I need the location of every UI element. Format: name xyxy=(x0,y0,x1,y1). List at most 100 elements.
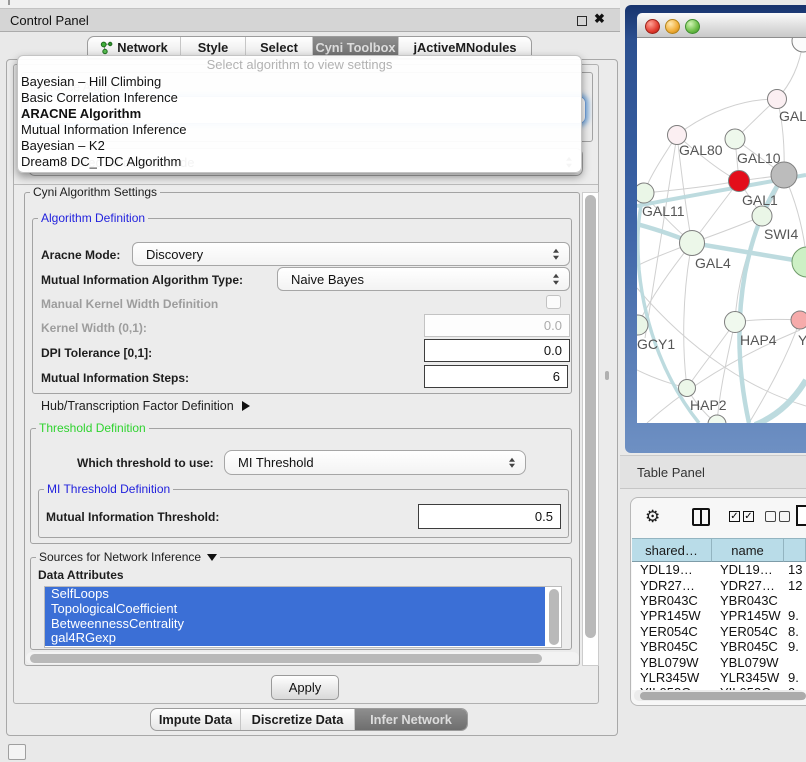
table-row[interactable]: YER054CYER054C8. xyxy=(632,624,806,639)
table-hscrollbar[interactable] xyxy=(634,690,804,701)
tab-infer-network[interactable]: Infer Network xyxy=(355,709,467,730)
split-panel-icon[interactable] xyxy=(692,508,710,526)
node-label: GAL10 xyxy=(737,150,781,166)
gear-icon[interactable]: ⚙ xyxy=(645,507,660,527)
checked-checkboxes-icon[interactable]: ✓ ✓ xyxy=(729,511,754,522)
which-threshold-select[interactable]: MI Threshold xyxy=(224,450,526,475)
settings-hscrollbar[interactable] xyxy=(26,652,579,664)
node-salmon xyxy=(791,311,806,329)
table-row[interactable]: YBL079WYBL079W xyxy=(632,654,806,669)
node xyxy=(792,38,806,52)
collapse-arrow-icon[interactable] xyxy=(207,554,217,561)
apply-button-label: Apply xyxy=(289,680,322,695)
table-row[interactable]: YBR045CYBR045C9. xyxy=(632,639,806,654)
splitpane-handle[interactable] xyxy=(605,371,609,380)
aracne-mode-select[interactable]: Discovery xyxy=(132,242,570,266)
document-icon[interactable] xyxy=(796,505,806,526)
tab-select-label: Select xyxy=(260,40,298,55)
mi-threshold-title: MI Threshold Definition xyxy=(44,482,173,496)
node-table: shared… name YDL19…YDL19…13 YDR27…YDR27…… xyxy=(632,538,806,690)
table-panel-title: Table Panel xyxy=(637,465,705,480)
close-traffic-icon[interactable] xyxy=(645,19,660,34)
table-row[interactable]: YDR27…YDR27…12 xyxy=(632,577,806,592)
dpi-tolerance-field[interactable]: 0.0 xyxy=(424,339,570,362)
sources-title: Sources for Network Inference xyxy=(36,550,220,564)
column-header-shared[interactable]: shared… xyxy=(632,538,712,562)
dropdown-placeholder: Select algorithm to view settings xyxy=(18,56,581,74)
float-icon[interactable] xyxy=(577,16,587,26)
minimize-traffic-icon[interactable] xyxy=(665,19,680,34)
attributes-list[interactable]: SelfLoops TopologicalCoefficient Between… xyxy=(44,586,562,648)
node-gal-cut xyxy=(768,90,787,109)
settings-vscrollbar[interactable] xyxy=(582,192,599,666)
manual-kernel-checkbox[interactable] xyxy=(546,295,561,309)
table-row[interactable]: YPR145WYPR145W9. xyxy=(632,608,806,623)
node-label: GAL80 xyxy=(679,142,723,158)
aracne-mode-value: Discovery xyxy=(146,247,203,262)
node-gal10 xyxy=(725,129,745,149)
list-vscrollbar-thumb[interactable] xyxy=(549,589,559,645)
tab-impute-data-label: Impute Data xyxy=(159,712,232,727)
unchecked-checkboxes-icon[interactable] xyxy=(765,511,790,522)
tab-cyni-toolbox-label: Cyni Toolbox xyxy=(315,40,395,55)
node-label: GAL xyxy=(779,108,806,124)
mi-type-select[interactable]: Naive Bayes xyxy=(277,267,570,291)
settings-hscrollbar-thumb[interactable] xyxy=(30,654,542,663)
table-rows: YDL19…YDL19…13 YDR27…YDR27…12 YBR043CYBR… xyxy=(632,562,806,690)
node-label: GAL1 xyxy=(742,192,778,208)
table-hscrollbar-thumb[interactable] xyxy=(640,692,806,700)
node-hap4 xyxy=(725,312,746,333)
top-tick xyxy=(8,0,10,5)
list-item-selected[interactable]: gal4RGexp xyxy=(45,631,545,646)
column-header-name[interactable]: name xyxy=(712,538,784,562)
close-icon[interactable]: ✖ xyxy=(594,11,605,27)
dropdown-item[interactable]: Bayesian – Hill Climbing xyxy=(18,74,581,90)
data-attributes-label: Data Attributes xyxy=(38,568,124,582)
network-canvas[interactable]: GAL GAL80 GAL10 GAL1 GAL11 SWI4 GAL4 HAP… xyxy=(637,38,806,423)
hub-definition-row[interactable]: Hub/Transcription Factor Definition xyxy=(41,399,250,413)
node-label: Y xyxy=(798,332,806,348)
tab-network-label: Network xyxy=(117,40,168,55)
algorithm-definition-title: Algorithm Definition xyxy=(38,211,148,225)
mi-steps-field[interactable]: 6 xyxy=(424,365,568,388)
table-row[interactable]: YDL19…YDL19…13 xyxy=(632,562,806,577)
bottom-tabs: Impute Data Discretize Data Infer Networ… xyxy=(150,708,468,731)
tab-style-label: Style xyxy=(198,40,229,55)
network-window-titlebar[interactable] xyxy=(637,13,806,38)
dpi-tolerance-label: DPI Tolerance [0,1]: xyxy=(41,346,152,360)
list-item-selected[interactable]: SelfLoops xyxy=(45,587,545,602)
control-panel-titlebar: Control Panel ✖ xyxy=(0,8,620,32)
node-label: GAL11 xyxy=(642,203,685,219)
mi-threshold-field[interactable]: 0.5 xyxy=(418,504,561,529)
node-gal11 xyxy=(637,183,654,203)
node-label: HAP2 xyxy=(690,397,727,413)
dpi-tolerance-value: 0.0 xyxy=(544,343,562,358)
list-item-selected[interactable]: TopologicalCoefficient xyxy=(45,602,545,617)
dropdown-item[interactable]: Dream8 DC_TDC Algorithm xyxy=(18,154,581,170)
updown-arrows-icon xyxy=(553,274,559,285)
dropdown-item-selected[interactable]: ARACNE Algorithm xyxy=(18,106,581,122)
table-row[interactable]: YBR043CYBR043C xyxy=(632,593,806,608)
kernel-width-label: Kernel Width (0,1): xyxy=(41,321,147,335)
column-header-cut[interactable] xyxy=(784,538,806,562)
tab-impute-data[interactable]: Impute Data xyxy=(151,709,241,730)
updown-arrows-icon xyxy=(509,457,515,468)
mi-type-label: Mutual Information Algorithm Type: xyxy=(41,273,243,287)
settings-vscrollbar-thumb[interactable] xyxy=(585,195,596,638)
manual-kernel-label: Manual Kernel Width Definition xyxy=(41,297,218,311)
list-item-selected[interactable]: BetweennessCentrality xyxy=(45,617,545,632)
dropdown-item[interactable]: Mutual Information Inference xyxy=(18,122,581,138)
node-label: GCY1 xyxy=(637,336,675,352)
tab-infer-network-label: Infer Network xyxy=(370,712,452,727)
dropdown-item[interactable]: Bayesian – K2 xyxy=(18,138,581,154)
dropdown-item[interactable]: Basic Correlation Inference xyxy=(18,90,581,106)
apply-button[interactable]: Apply xyxy=(271,675,339,700)
network-icon xyxy=(100,41,113,55)
table-row[interactable]: YLR345WYLR345W9. xyxy=(632,670,806,685)
tab-discretize-data[interactable]: Discretize Data xyxy=(241,709,355,730)
sources-title-text: Sources for Network Inference xyxy=(39,550,201,564)
node-gal1 xyxy=(729,171,750,192)
kernel-width-field[interactable]: 0.0 xyxy=(424,314,570,337)
zoom-traffic-icon[interactable] xyxy=(685,19,700,34)
collapsed-panel-icon[interactable] xyxy=(8,744,26,760)
